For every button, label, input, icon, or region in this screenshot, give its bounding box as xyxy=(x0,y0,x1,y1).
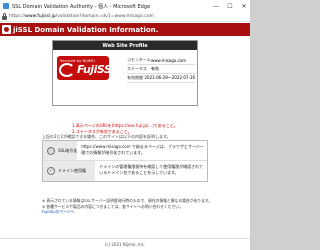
fujissl-seal[interactable]: Secured by NIJIMO FujiSSL xyxy=(57,56,109,80)
info-row-header: ⓘ SSL暗号化 xyxy=(43,141,78,160)
fujissl-page-link[interactable]: FujiSSLのページへ xyxy=(42,209,212,215)
browser-window: SSL Domain Validation Authority - 個人 - M… xyxy=(0,0,250,250)
profile-value: www.misago.com xyxy=(151,57,186,63)
url-text[interactable]: https://www.fujissl.jp/validation?domain… xyxy=(9,14,154,19)
web-site-profile: Web Site Profile Secured by NIJIMO FujiS… xyxy=(52,40,198,106)
info-line: https://www.misago.com で始まるページは、ブラウザとサーバ… xyxy=(81,144,204,149)
header-banner: jiSSL Domain Validation Information. xyxy=(0,23,250,36)
info-line: いるドメイン名であることを示しています。 xyxy=(99,169,179,175)
profile-row-validity: 有効期間 2021-06-29～2022-07-16 xyxy=(127,74,195,83)
info-row-label: SSL暗号化 xyxy=(58,147,78,153)
seal-main-text: FujiSSL xyxy=(77,63,109,76)
profile-details: コモンネーム www.misago.com ステータス 有効 有効期間 2021… xyxy=(127,56,195,83)
close-button[interactable]: ✕ xyxy=(240,3,248,10)
lock-icon[interactable] xyxy=(2,12,7,20)
info-row-body: https://www.misago.com で始まるページは、ブラウザとサーバ… xyxy=(77,141,207,160)
info-row-header: ✓ ドメイン使用権 xyxy=(43,161,96,181)
profile-label: 有効期間 xyxy=(127,75,143,80)
info-row-domain: ✓ ドメイン使用権 ドメインの管理権限保持を確認して使用権限が確認されて いるド… xyxy=(43,161,207,181)
profile-value: 有効 xyxy=(151,66,159,71)
minimize-button[interactable]: — xyxy=(212,3,220,10)
title-bar: SSL Domain Validation Authority - 個人 - M… xyxy=(0,0,250,12)
info-line: ドメインの管理権限保持を確認して使用権限が確認されて xyxy=(99,164,203,169)
address-bar[interactable]: https://www.fujissl.jp/validation?domain… xyxy=(0,12,250,22)
profile-heading: Web Site Profile xyxy=(53,41,197,50)
check-icon: ✓ xyxy=(47,167,55,175)
profile-label: ステータス xyxy=(127,66,147,71)
copyright-text: (c) 2021 Nijimo, Inc. xyxy=(104,242,146,247)
window-title: SSL Domain Validation Authority - 個人 - M… xyxy=(12,3,151,10)
footnote-line: ※ 表示されている情報はSSLサーバー証明書発行時のもので、現在の情報と異なる場… xyxy=(42,198,213,203)
fujissl-logo-icon xyxy=(2,25,11,34)
info-row-ssl: ⓘ SSL暗号化 https://www.misago.com で始まるページは… xyxy=(43,141,207,161)
info-row-body: ドメインの管理権限保持を確認して使用権限が確認されて いるドメイン名であることを… xyxy=(95,161,207,181)
seal-swirl-icon xyxy=(59,63,75,77)
url-host: www.fujissl.jp xyxy=(25,14,56,19)
footnotes: ※ 表示されている情報はSSLサーバー証明書発行時のもので、現在の情報と異なる場… xyxy=(42,198,212,215)
url-path: /validation?domain=dv1=www.misago.com xyxy=(55,14,154,19)
info-icon: ⓘ xyxy=(47,146,55,155)
profile-row-common-name: コモンネーム www.misago.com xyxy=(127,56,195,65)
url-scheme: https:// xyxy=(9,14,26,19)
profile-row-status: ステータス 有効 xyxy=(127,65,195,74)
info-row-label: ドメイン使用権 xyxy=(58,168,86,173)
maximize-button[interactable]: ☐ xyxy=(226,3,234,10)
banner-title: jiSSL Domain Validation Information. xyxy=(13,25,159,34)
info-line: 間での情報が暗号化されています。 xyxy=(81,149,145,155)
window-controls: — ☐ ✕ xyxy=(212,0,248,12)
certification-table: ⓘ SSL暗号化 https://www.misago.com で始まるページは… xyxy=(42,140,208,182)
page-footer: (c) 2021 Nijimo, Inc. xyxy=(0,238,250,250)
edge-icon xyxy=(3,3,9,9)
profile-label: コモンネーム xyxy=(127,57,151,62)
profile-value: 2021-06-29～2022-07-16 xyxy=(144,75,196,80)
